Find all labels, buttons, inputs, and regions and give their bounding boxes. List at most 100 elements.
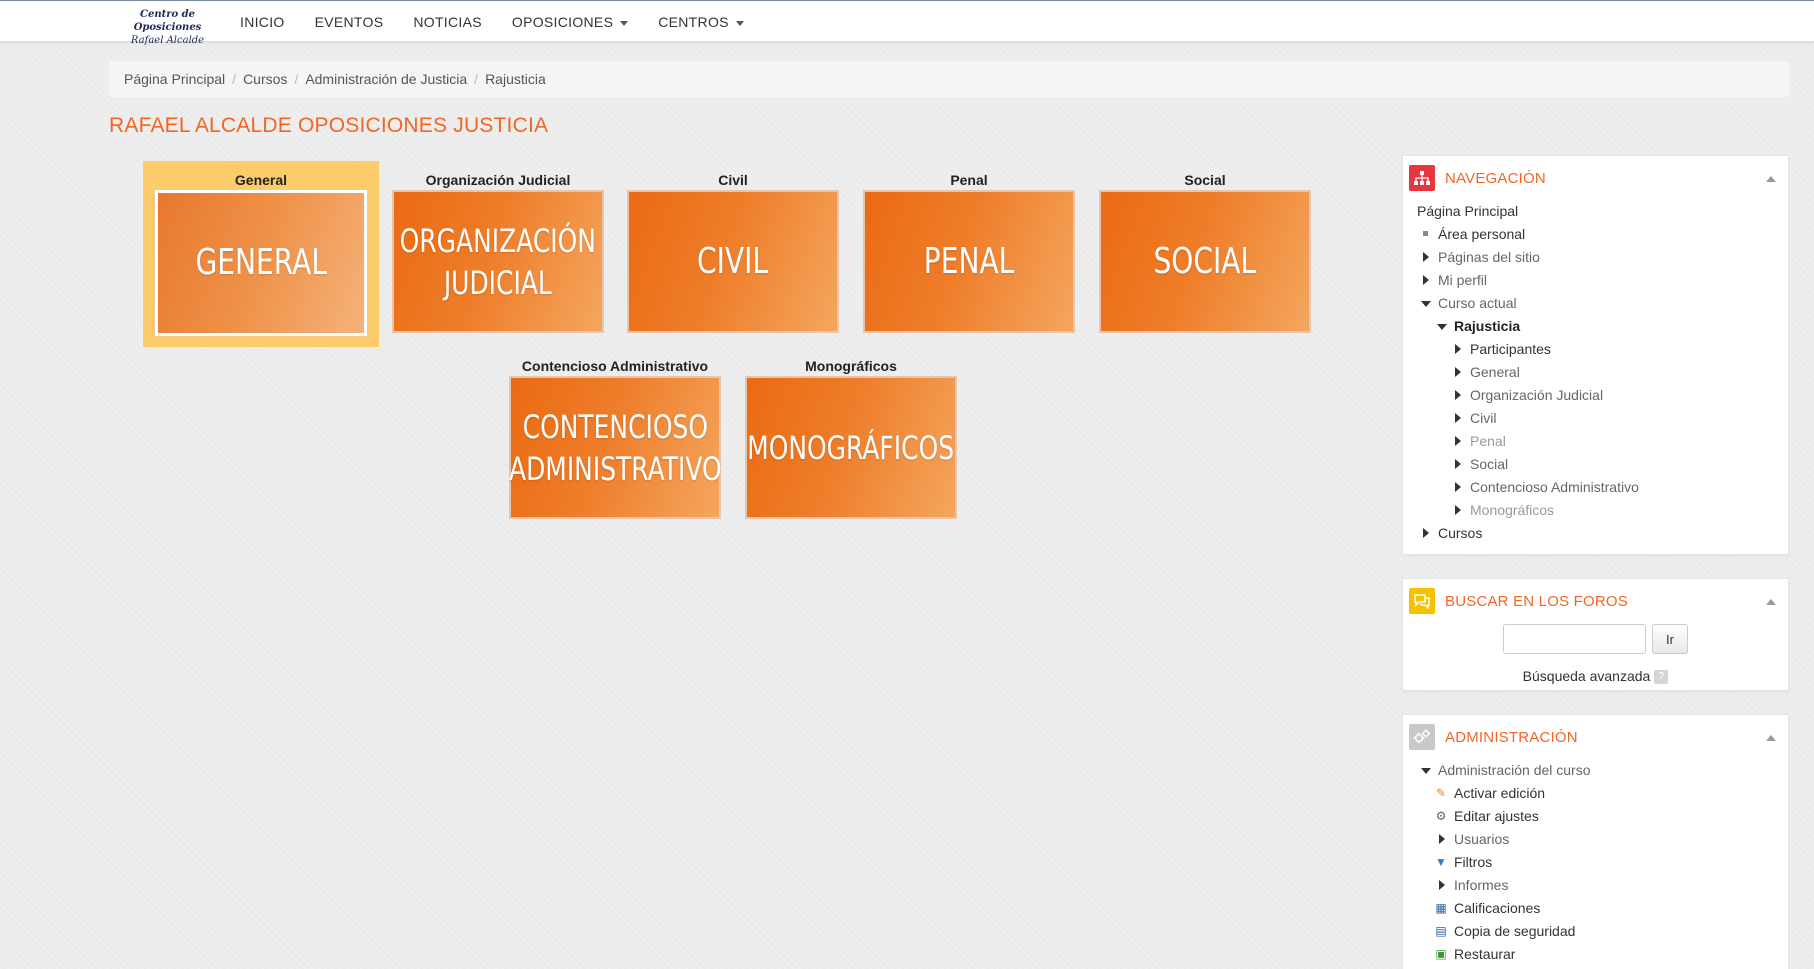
- breadcrumb-separator: /: [294, 71, 299, 87]
- tile-image-text: CIVIL: [697, 240, 769, 282]
- nav-centros-dropdown[interactable]: CENTROS: [643, 1, 759, 43]
- admin-tree-label: Restaurar: [1454, 946, 1516, 962]
- tile-image-text: MONOGRÁFICOS: [748, 428, 955, 468]
- nav-tree-label: Mi perfil: [1438, 272, 1488, 288]
- nav-tree-label: Rajusticia: [1454, 318, 1521, 334]
- nav-tree-label: Monográficos: [1470, 502, 1555, 518]
- tile-image[interactable]: CIVIL: [627, 190, 839, 333]
- navigation-block-title: NAVEGACIÓN: [1445, 169, 1546, 187]
- admin-activar-edicion[interactable]: ✎ Activar edición: [1417, 782, 1788, 805]
- admin-informes[interactable]: Informes: [1417, 874, 1788, 897]
- nav-tree-paginas-sitio[interactable]: Páginas del sitio: [1417, 246, 1788, 269]
- tile-image[interactable]: ORGANIZACIÓN JUDICIAL: [392, 190, 604, 333]
- breadcrumb-cursos[interactable]: Cursos: [243, 71, 287, 87]
- administration-block: ADMINISTRACIÓN Administración del curso …: [1402, 714, 1789, 969]
- nav-tree-area-personal[interactable]: Área personal: [1417, 223, 1788, 246]
- advanced-search-link[interactable]: Búsqueda avanzada: [1523, 668, 1651, 684]
- nav-oposiciones-dropdown[interactable]: OPOSICIONES: [497, 1, 643, 43]
- nav-tree-label: Cursos: [1438, 525, 1483, 541]
- tile-image[interactable]: SOCIAL: [1099, 190, 1311, 333]
- admin-filtros[interactable]: ▼ Filtros: [1417, 851, 1788, 874]
- nav-eventos[interactable]: EVENTOS: [300, 1, 399, 43]
- tile-image[interactable]: CONTENCIOSO ADMINISTRATIVO: [509, 376, 721, 519]
- tile-text-line: CIVIL: [697, 240, 769, 282]
- nav-oposiciones-label: OPOSICIONES: [511, 14, 614, 30]
- collapse-tree-icon: [1437, 324, 1447, 330]
- tile-social[interactable]: Social SOCIAL: [1097, 170, 1313, 333]
- tile-penal[interactable]: Penal PENAL: [861, 170, 1077, 333]
- nav-tree-label: Curso actual: [1438, 295, 1517, 311]
- breadcrumb: Página Principal / Cursos / Administraci…: [109, 61, 1789, 97]
- nav-tree-penal[interactable]: Penal: [1417, 430, 1788, 453]
- nav-tree-home[interactable]: Página Principal: [1417, 200, 1788, 223]
- nav-tree-monograficos[interactable]: Monográficos: [1417, 499, 1788, 522]
- nav-tree-rajusticia[interactable]: Rajusticia: [1417, 315, 1788, 338]
- tile-organizacion-judicial[interactable]: Organización Judicial ORGANIZACIÓN JUDICI…: [390, 170, 606, 333]
- nav-tree-mi-perfil[interactable]: Mi perfil: [1417, 269, 1788, 292]
- navigation-block-header: NAVEGACIÓN: [1403, 156, 1788, 200]
- chevron-down-icon: [735, 20, 744, 26]
- tile-label: Monográficos: [805, 358, 897, 374]
- forum-search-input[interactable]: [1503, 624, 1646, 654]
- admin-copia-seguridad[interactable]: ▤ Copia de seguridad: [1417, 920, 1788, 943]
- admin-tree-label: Editar ajustes: [1454, 808, 1539, 824]
- expand-icon: [1423, 252, 1429, 262]
- tile-monograficos[interactable]: Monográficos MONOGRÁFICOS: [743, 356, 959, 519]
- nav-tree-label: Área personal: [1438, 226, 1526, 242]
- nav-eventos-label: EVENTOS: [314, 14, 384, 30]
- nav-tree-curso-actual[interactable]: Curso actual: [1417, 292, 1788, 315]
- admin-editar-ajustes[interactable]: ⚙ Editar ajustes: [1417, 805, 1788, 828]
- expand-icon: [1455, 344, 1461, 354]
- admin-course-administration[interactable]: Administración del curso: [1417, 759, 1788, 782]
- nav-tree-label: General: [1470, 364, 1520, 380]
- tile-label: General: [234, 172, 288, 188]
- nav-tree-participantes[interactable]: Participantes: [1417, 338, 1788, 361]
- tile-text-line: GENERAL: [195, 242, 327, 283]
- nav-tree-organizacion[interactable]: Organización Judicial: [1417, 384, 1788, 407]
- tile-image[interactable]: GENERAL: [154, 189, 368, 337]
- forum-search-button[interactable]: Ir: [1652, 624, 1688, 654]
- expand-icon: [1439, 880, 1445, 890]
- tile-general[interactable]: General GENERAL: [153, 170, 369, 337]
- collapse-icon[interactable]: [1766, 735, 1776, 741]
- admin-restaurar[interactable]: ▣ Restaurar: [1417, 943, 1788, 966]
- expand-icon: [1439, 834, 1445, 844]
- forum-search-form: Ir: [1403, 623, 1788, 654]
- nav-noticias[interactable]: NOTICIAS: [398, 1, 497, 43]
- nav-tree-social[interactable]: Social: [1417, 453, 1788, 476]
- settings-document-icon: ⚙: [1435, 809, 1447, 823]
- nav-tree-contencioso[interactable]: Contencioso Administrativo: [1417, 476, 1788, 499]
- nav-inicio[interactable]: INICIO: [225, 1, 300, 43]
- admin-calificaciones[interactable]: ▦ Calificaciones: [1417, 897, 1788, 920]
- breadcrumb-home[interactable]: Página Principal: [124, 71, 225, 87]
- breadcrumb-category[interactable]: Administración de Justicia: [305, 71, 467, 87]
- nav-tree-civil[interactable]: Civil: [1417, 407, 1788, 430]
- admin-usuarios[interactable]: Usuarios: [1417, 828, 1788, 851]
- nav-tree-cursos[interactable]: Cursos: [1417, 522, 1788, 545]
- pencil-icon: ✎: [1435, 786, 1447, 800]
- admin-tree-label: Usuarios: [1454, 831, 1510, 847]
- nav-centros-label: CENTROS: [658, 14, 729, 30]
- logo-line-2: Rafael Alcalde: [130, 35, 205, 46]
- tile-image[interactable]: MONOGRÁFICOS: [745, 376, 957, 519]
- collapse-icon[interactable]: [1766, 176, 1776, 182]
- tile-text-line: CONTENCIOSO: [522, 407, 708, 446]
- nav-tree-label: Páginas del sitio: [1438, 249, 1540, 265]
- nav-tree-general[interactable]: General: [1417, 361, 1788, 384]
- admin-tree-label: Filtros: [1454, 854, 1493, 870]
- tile-image[interactable]: PENAL: [863, 190, 1075, 333]
- breadcrumb-course[interactable]: Rajusticia: [485, 71, 546, 87]
- tile-contencioso-administrativo[interactable]: Contencioso Administrativo CONTENCIOSO AD…: [507, 356, 723, 519]
- help-icon[interactable]: ?: [1654, 670, 1669, 685]
- filter-icon: ▼: [1435, 855, 1447, 869]
- navigation-tree: Página Principal Área personal Páginas d…: [1403, 200, 1788, 555]
- tile-civil[interactable]: Civil CIVIL: [625, 170, 841, 333]
- tile-image-text: CONTENCIOSO ADMINISTRATIVO: [509, 406, 722, 490]
- tile-image-text: PENAL: [924, 241, 1015, 282]
- site-logo[interactable]: Centro de Oposiciones Rafael Alcalde: [110, 8, 225, 46]
- tile-text-line: JUDICIAL: [444, 263, 552, 302]
- tile-label: Contencioso Administrativo: [521, 358, 709, 374]
- tile-text-line: MONOGRÁFICOS: [747, 428, 955, 467]
- admin-tree-label: Activar edición: [1454, 785, 1546, 801]
- collapse-icon[interactable]: [1766, 599, 1776, 605]
